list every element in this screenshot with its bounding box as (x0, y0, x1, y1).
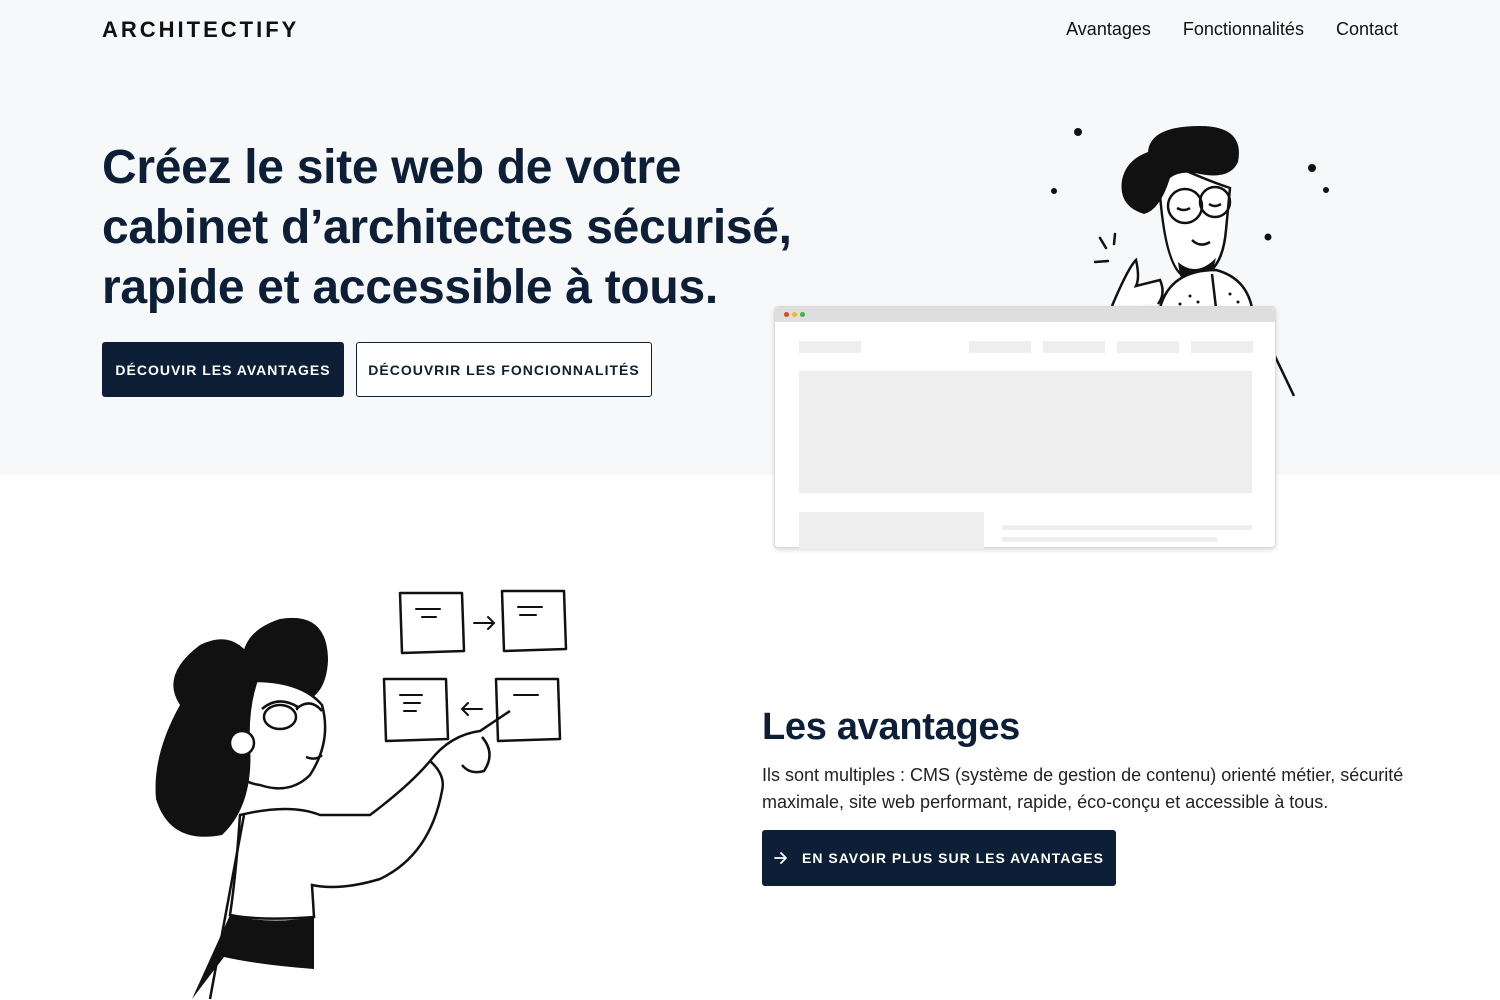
mockup-hero-block (799, 371, 1252, 493)
discover-advantages-button[interactable]: DÉCOUVIR LES AVANTAGES (102, 342, 344, 397)
site-logo[interactable]: ARCHITECTIFY (102, 17, 299, 43)
mockup-image-block (799, 512, 984, 549)
window-minimize-dot (792, 312, 797, 317)
browser-title-bar (775, 307, 1275, 322)
nav-link-avantages[interactable]: Avantages (1066, 19, 1151, 40)
woman-pointing-illustration (155, 589, 568, 1000)
mockup-nav-block (1043, 341, 1105, 353)
discover-features-button[interactable]: DÉCOUVRIR LES FONCIONNALITÉS (356, 342, 652, 397)
mockup-nav-block (1117, 341, 1179, 353)
main-nav: Avantages Fonctionnalités Contact (1066, 19, 1398, 40)
arrow-right-icon (774, 852, 787, 864)
window-close-dot (784, 312, 789, 317)
learn-more-advantages-button[interactable]: EN SAVOIR PLUS SUR LES AVANTAGES (762, 830, 1116, 886)
hero-title: Créez le site web de votre cabinet d’arc… (102, 141, 792, 314)
mockup-text-line (1002, 525, 1252, 530)
browser-mockup (774, 306, 1276, 549)
window-maximize-dot (800, 312, 805, 317)
site-header: ARCHITECTIFY Avantages Fonctionnalités C… (0, 0, 1500, 60)
advantages-description: Ils sont multiples : CMS (système de ges… (762, 765, 1404, 812)
mockup-nav-block (969, 341, 1031, 353)
advantages-title: Les avantages (762, 706, 1021, 748)
mockup-text-line (1002, 537, 1217, 542)
nav-link-contact[interactable]: Contact (1336, 19, 1398, 40)
learn-more-advantages-label: EN SAVOIR PLUS SUR LES AVANTAGES (802, 850, 1104, 866)
mockup-nav-block (1191, 341, 1253, 353)
nav-link-fonctionnalites[interactable]: Fonctionnalités (1183, 19, 1304, 40)
mockup-logo-block (799, 341, 861, 353)
